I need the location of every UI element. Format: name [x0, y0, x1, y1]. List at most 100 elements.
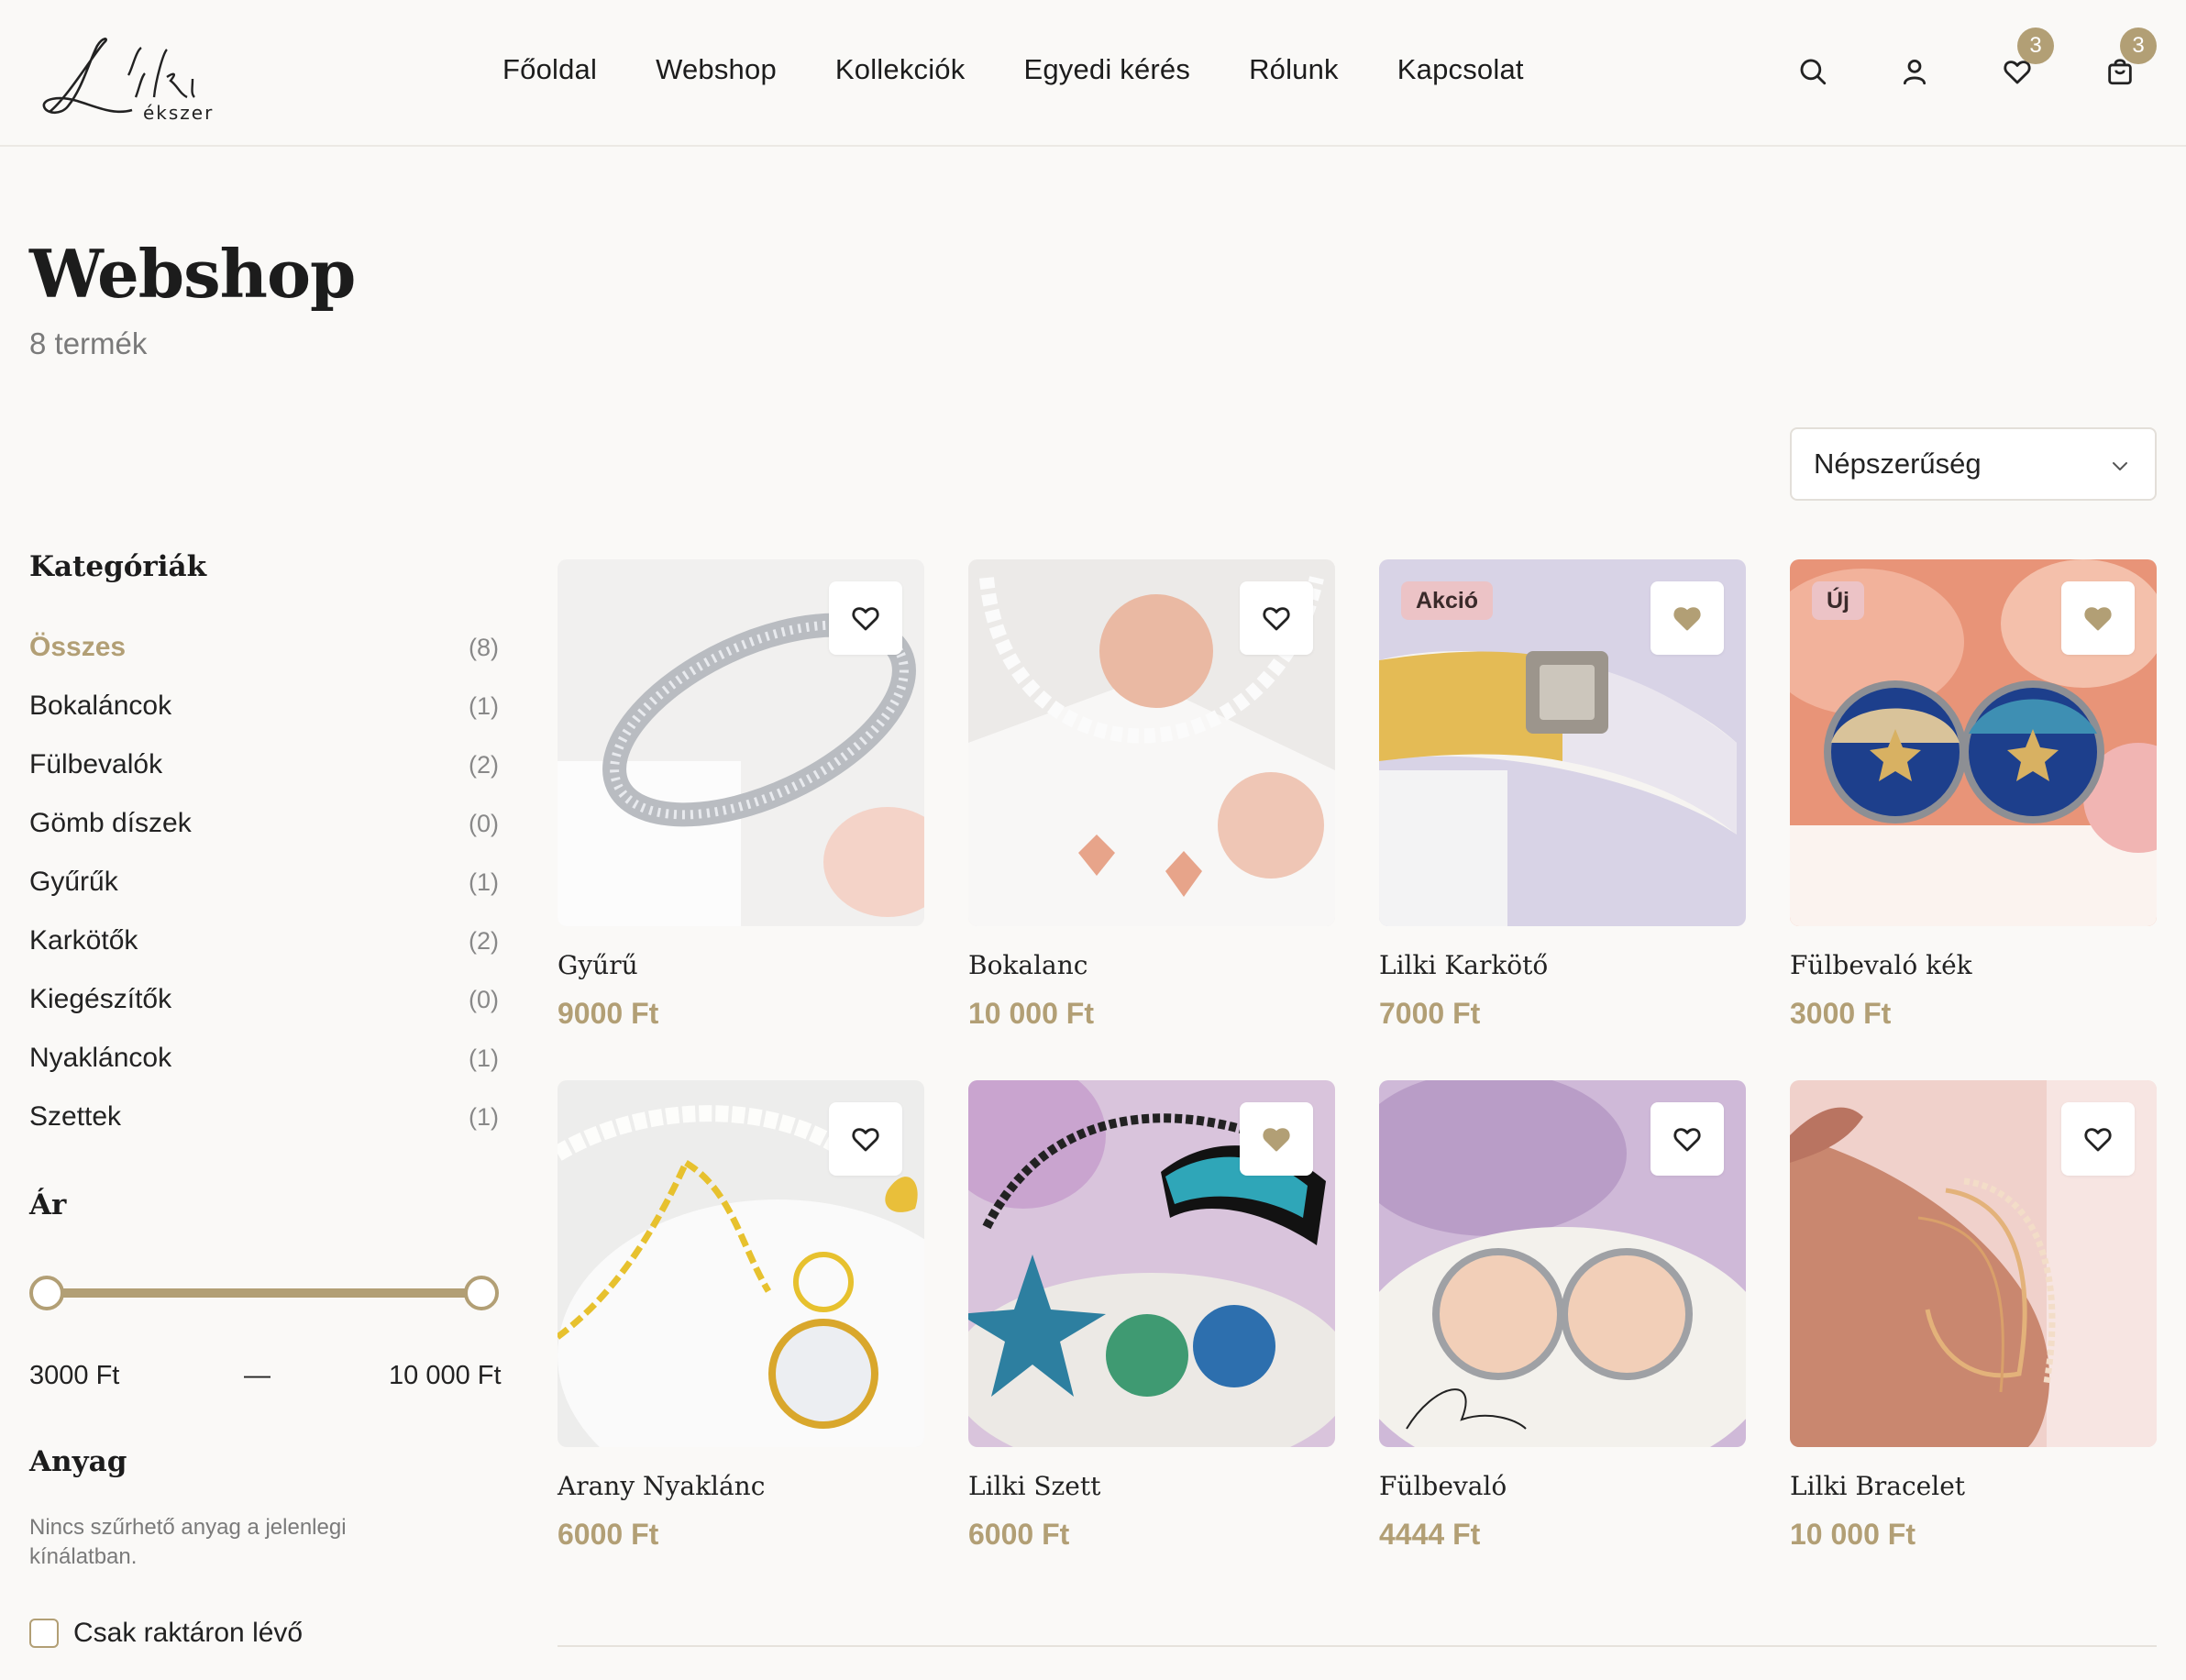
- product-image[interactable]: Akció: [1379, 559, 1746, 926]
- product-image[interactable]: [558, 1080, 924, 1447]
- product-price: 9000 Ft: [558, 997, 659, 1030]
- product-card[interactable]: Új Fülbevaló kék 3000 Ft: [1790, 559, 2157, 1031]
- material-empty-note: Nincs szűrhető anyag a jelenlegi kínálat…: [29, 1515, 347, 1569]
- category-item-fulbevalok[interactable]: Fülbevalók (2): [29, 735, 499, 794]
- product-image[interactable]: [1790, 1080, 2157, 1447]
- in-stock-checkbox[interactable]: [29, 1619, 59, 1648]
- product-name[interactable]: Fülbevaló kék: [1790, 950, 2157, 980]
- product-count: 8 termék: [29, 326, 148, 360]
- wishlist-toggle[interactable]: [1651, 1102, 1724, 1176]
- category-item-gomb-diszek[interactable]: Gömb díszek (0): [29, 794, 499, 853]
- product-image[interactable]: Új: [1790, 559, 2157, 926]
- nav-fooldal[interactable]: Főoldal: [502, 53, 597, 86]
- product-name[interactable]: Lilki Szett: [968, 1471, 1335, 1501]
- heart-filled-icon: [2084, 607, 2112, 631]
- category-count: (2): [469, 926, 499, 955]
- product-card[interactable]: Lilki Bracelet 10 000 Ft: [1790, 1080, 2157, 1552]
- nav-rolunk[interactable]: Rólunk: [1249, 53, 1339, 86]
- heart-filled-icon: [1263, 1128, 1290, 1152]
- product-price: 6000 Ft: [968, 1518, 1070, 1551]
- product-image[interactable]: [968, 1080, 1335, 1447]
- product-price: 6000 Ft: [558, 1518, 659, 1551]
- product-card[interactable]: Fülbevaló 4444 Ft: [1379, 1080, 1746, 1552]
- product-card[interactable]: Akció Lilki Karkötő 7000 Ft: [1379, 559, 1746, 1031]
- category-item-bokalancok[interactable]: Bokaláncok (1): [29, 677, 499, 735]
- product-card[interactable]: Arany Nyaklánc 6000 Ft: [558, 1080, 924, 1552]
- heart-icon: [1673, 1128, 1701, 1152]
- category-label: Fülbevalók: [29, 749, 163, 779]
- nav-kapcsolat[interactable]: Kapcsolat: [1397, 53, 1524, 86]
- price-range-track: [46, 1288, 482, 1298]
- category-item-karkotok[interactable]: Karkötők (2): [29, 912, 499, 970]
- product-price: 4444 Ft: [1379, 1518, 1481, 1551]
- page-title: Webshop: [29, 235, 356, 313]
- product-image[interactable]: [1379, 1080, 1746, 1447]
- category-count: (0): [469, 809, 499, 837]
- product-image[interactable]: [558, 559, 924, 926]
- in-stock-filter[interactable]: Csak raktáron lévő: [29, 1618, 303, 1649]
- category-item-kiegeszitok[interactable]: Kiegészítők (0): [29, 970, 499, 1029]
- chevron-down-icon: [2113, 462, 2127, 470]
- category-label: Gyűrűk: [29, 867, 118, 897]
- product-name[interactable]: Gyűrű: [558, 950, 924, 980]
- product-card[interactable]: Gyűrű 9000 Ft: [558, 559, 924, 1031]
- sort-selected-value: Népszerűség: [1814, 448, 1982, 480]
- sort-select[interactable]: Népszerűség: [1790, 427, 2157, 501]
- category-label: Gömb díszek: [29, 808, 192, 838]
- product-name[interactable]: Arany Nyaklánc: [558, 1471, 924, 1501]
- wishlist-toggle[interactable]: [2061, 1102, 2135, 1176]
- category-count: (1): [469, 868, 499, 896]
- category-label: Szettek: [29, 1101, 122, 1132]
- search-button[interactable]: [1793, 51, 1833, 92]
- product-price: 7000 Ft: [1379, 997, 1481, 1030]
- wishlist-toggle[interactable]: [1240, 581, 1313, 655]
- category-label: Bokaláncok: [29, 691, 172, 721]
- product-card[interactable]: Lilki Szett 6000 Ft: [968, 1080, 1335, 1552]
- wishlist-button[interactable]: 3: [1997, 28, 2054, 92]
- category-count: (8): [469, 633, 499, 661]
- heart-filled-icon: [1673, 607, 1701, 631]
- brand-logo[interactable]: ékszer: [40, 33, 233, 124]
- category-item-gyuruk[interactable]: Gyűrűk (1): [29, 853, 499, 912]
- product-name[interactable]: Lilki Bracelet: [1790, 1471, 2157, 1501]
- cart-button[interactable]: 3: [2100, 28, 2157, 92]
- grid-divider: [558, 1645, 2157, 1647]
- category-count: (0): [469, 985, 499, 1013]
- wishlist-toggle[interactable]: [829, 581, 902, 655]
- material-heading: Anyag: [29, 1445, 127, 1478]
- search-icon: [1800, 59, 1827, 85]
- product-price: 3000 Ft: [1790, 997, 1892, 1030]
- user-icon: [1903, 59, 1927, 85]
- category-item-osszes[interactable]: Összes (8): [29, 618, 499, 677]
- nav-kollekciok[interactable]: Kollekciók: [835, 53, 966, 86]
- category-item-szettek[interactable]: Szettek (1): [29, 1088, 499, 1146]
- price-range-slider[interactable]: [29, 1275, 499, 1311]
- main-nav: Főoldal Webshop Kollekciók Egyedi kérés …: [502, 53, 1583, 86]
- wishlist-toggle[interactable]: [1651, 581, 1724, 655]
- price-max-value: 10 000 Ft: [389, 1361, 502, 1390]
- sale-badge: Akció: [1401, 581, 1494, 620]
- product-image[interactable]: [968, 559, 1335, 926]
- site-header: ékszer Főoldal Webshop Kollekciók Egyedi…: [0, 0, 2186, 147]
- heart-icon: [852, 1128, 879, 1152]
- wishlist-toggle[interactable]: [2061, 581, 2135, 655]
- category-count: (1): [469, 691, 499, 720]
- product-name[interactable]: Fülbevaló: [1379, 1471, 1746, 1501]
- product-name[interactable]: Lilki Karkötő: [1379, 950, 1746, 980]
- heart-icon: [2084, 1128, 2112, 1152]
- category-item-nyaklancok[interactable]: Nyakláncok (1): [29, 1029, 499, 1088]
- product-card[interactable]: Bokalanc 10 000 Ft: [968, 559, 1335, 1031]
- categories-heading: Kategóriák: [29, 550, 207, 583]
- account-button[interactable]: [1894, 51, 1935, 92]
- price-max-handle[interactable]: [464, 1276, 499, 1310]
- price-min-handle[interactable]: [29, 1276, 64, 1310]
- product-price: 10 000 Ft: [1790, 1518, 1916, 1551]
- wishlist-toggle[interactable]: [1240, 1102, 1313, 1176]
- category-count: (2): [469, 750, 499, 779]
- product-name[interactable]: Bokalanc: [968, 950, 1335, 980]
- filter-sidebar: Kategóriák Összes (8) Bokaláncok (1) Fülbe…: [29, 550, 499, 1146]
- wishlist-toggle[interactable]: [829, 1102, 902, 1176]
- nav-egyedi-keres[interactable]: Egyedi kérés: [1023, 53, 1190, 86]
- category-count: (1): [469, 1102, 499, 1131]
- nav-webshop[interactable]: Webshop: [656, 53, 777, 86]
